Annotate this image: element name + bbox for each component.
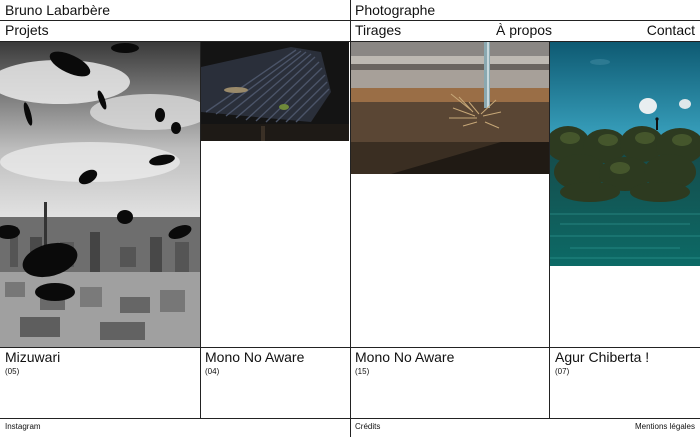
project-title-mizuwari[interactable]: Mizuwari	[5, 349, 60, 366]
footer-instagram-link[interactable]: Instagram	[5, 422, 41, 432]
project-image-mono-no-aware-2[interactable]	[351, 42, 549, 174]
project-count-agur-chiberta: (07)	[555, 367, 570, 376]
nav-contact[interactable]: Contact	[647, 22, 695, 39]
project-title-mono-no-aware-2[interactable]: Mono No Aware	[355, 349, 454, 366]
divider-header	[0, 20, 700, 21]
nav-tirages[interactable]: Tirages	[355, 22, 401, 39]
site-name-link[interactable]: Bruno Labarbère	[5, 1, 110, 19]
site-role: Photographe	[355, 2, 436, 18]
project-image-mizuwari[interactable]	[0, 42, 200, 347]
project-image-mono-no-aware-1[interactable]	[201, 42, 349, 141]
project-image-agur-chiberta[interactable]	[550, 42, 700, 266]
footer-credits-link[interactable]: Crédits	[355, 422, 380, 432]
footer-legal-link[interactable]: Mentions légales	[635, 422, 695, 432]
project-title-agur-chiberta[interactable]: Agur Chiberta !	[555, 349, 649, 366]
nav-apropos[interactable]: À propos	[496, 22, 552, 39]
project-count-mizuwari: (05)	[5, 367, 20, 376]
nav-projects[interactable]: Projets	[5, 22, 49, 39]
project-title-mono-no-aware-1[interactable]: Mono No Aware	[205, 349, 304, 366]
divider-cards	[0, 347, 700, 348]
project-count-mono-no-aware-1: (04)	[205, 367, 220, 376]
divider-footer	[0, 418, 700, 419]
project-count-mono-no-aware-2: (15)	[355, 367, 370, 376]
